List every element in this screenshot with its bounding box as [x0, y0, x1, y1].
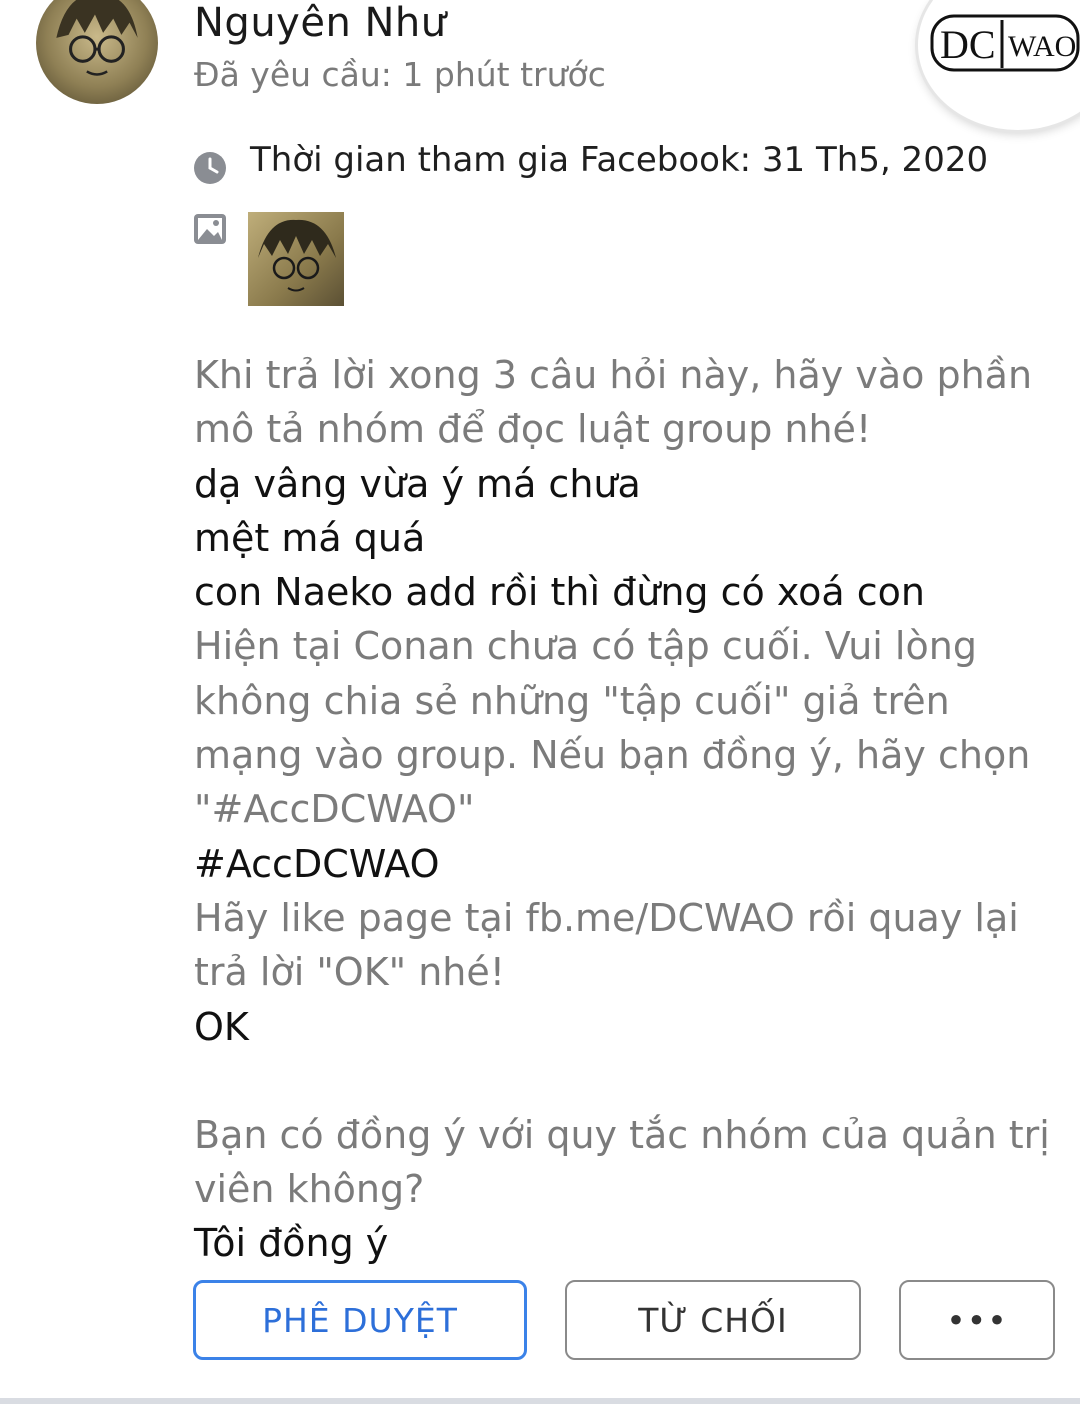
question-text: Khi trả lời xong 3 câu hỏi này, hãy vào … — [194, 353, 1033, 452]
question-text: Hãy like page tại fb.me/DCWAO rồi quay l… — [194, 895, 1019, 995]
profile-photo-thumbnail[interactable] — [248, 212, 344, 306]
more-options-button[interactable]: ••• — [899, 1280, 1055, 1360]
svg-text:WAO: WAO — [1008, 30, 1076, 63]
decline-button[interactable]: TỪ CHỐI — [565, 1280, 861, 1360]
answer-text: OK — [194, 1004, 249, 1049]
thumbnail-face-icon — [258, 219, 336, 292]
dcwao-logo: DC WAO — [930, 14, 1080, 72]
clock-icon — [194, 152, 226, 184]
joined-facebook-date: Thời gian tham gia Facebook: 31 Th5, 202… — [250, 140, 989, 180]
answer-text: #AccDCWAO — [194, 841, 440, 886]
question-text: Bạn có đồng ý với quy tắc nhóm của quản … — [194, 1112, 1050, 1212]
svg-text:DC: DC — [940, 22, 996, 67]
approve-button[interactable]: PHÊ DUYỆT — [193, 1280, 527, 1360]
answer-text: dạ vâng vừa ý má chưa mệt má quá con Nae… — [194, 461, 925, 615]
avatar[interactable] — [36, 0, 158, 104]
answer-text: Tôi đồng ý — [194, 1221, 389, 1266]
photo-icon — [194, 214, 226, 244]
avatar-face-icon — [56, 0, 138, 76]
membership-questions: Khi trả lời xong 3 câu hỏi này, hãy vào … — [194, 348, 1064, 1271]
request-time: Đã yêu cầu: 1 phút trước — [194, 55, 606, 94]
question-text: Hiện tại Conan chưa có tập cuối. Vui lòn… — [194, 624, 1031, 832]
divider — [0, 1398, 1080, 1404]
requester-name[interactable]: Nguyên Như — [194, 0, 447, 46]
